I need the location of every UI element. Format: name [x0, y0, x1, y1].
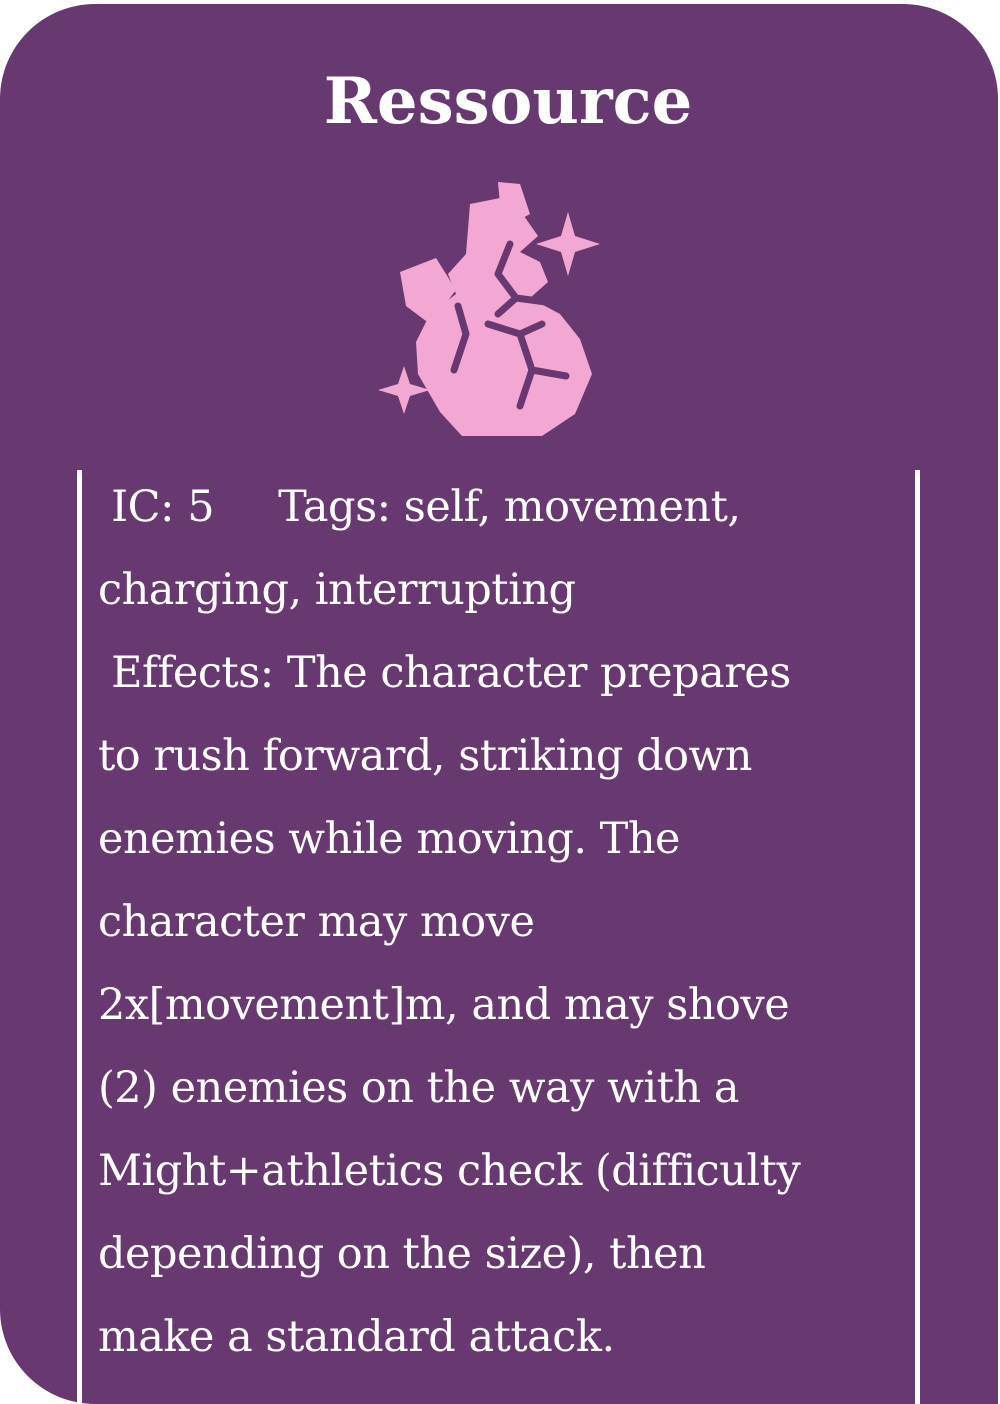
- effects-line: Might+athletics check (difficulty: [98, 1146, 801, 1196]
- effects-line: make a standard attack.: [98, 1312, 615, 1362]
- effects-line: depending on the size), then: [98, 1229, 706, 1279]
- stats-line: IC: 5 Tags: self, movement,: [98, 466, 910, 549]
- card-title: Ressource: [323, 64, 693, 139]
- effects-line: enemies while moving. The: [98, 814, 681, 864]
- effects-line: to rush forward, striking down: [98, 731, 753, 781]
- effects-line: 2x[movement]m, and may shove: [98, 980, 790, 1030]
- effects-line: Effects: The character prepares: [111, 648, 791, 698]
- left-border-rule: [77, 470, 82, 1404]
- effects-line: (2) enemies on the way with a: [98, 1063, 739, 1113]
- cracked-fist-icon: [378, 182, 600, 436]
- tags-line-2: charging, interrupting: [98, 565, 576, 615]
- effects-line: character may move: [98, 897, 535, 947]
- right-border-rule: [915, 470, 920, 1404]
- ic-value: IC: 5: [111, 482, 215, 532]
- ability-card: Ressource IC: 5 Tags: self, movement, ch…: [0, 4, 998, 1404]
- card-body: IC: 5 Tags: self, movement, charging, int…: [98, 466, 910, 1379]
- tags-line-1: Tags: self, movement,: [278, 482, 741, 532]
